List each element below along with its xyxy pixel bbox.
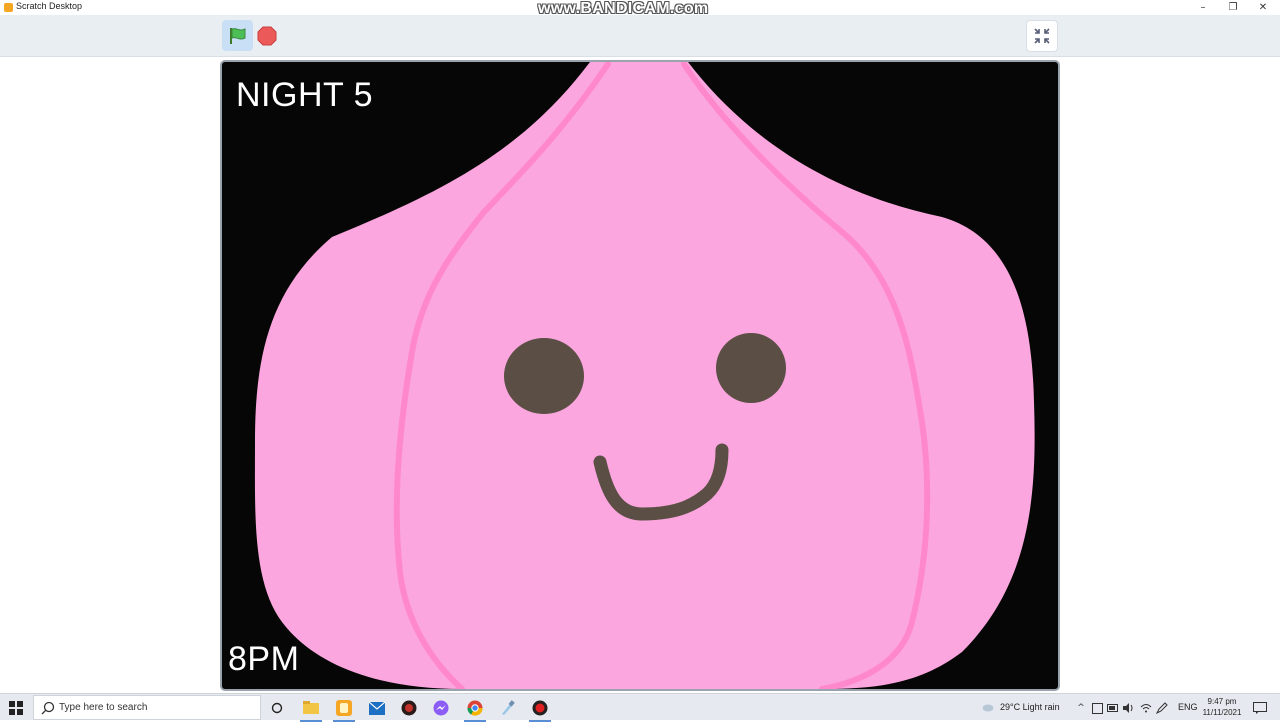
stop-icon [257, 26, 277, 46]
window-title: Scratch Desktop [16, 1, 83, 11]
taskbar-paint-app[interactable] [497, 697, 519, 719]
minimize-button[interactable]: – [1188, 0, 1218, 15]
volume-icon[interactable] [1123, 702, 1135, 714]
taskbar-scratch[interactable] [333, 697, 355, 722]
wifi-icon[interactable] [1140, 702, 1152, 714]
scratch-app-icon [4, 3, 13, 12]
green-flag-button[interactable] [222, 20, 253, 51]
pink-character-sprite [254, 62, 1035, 689]
taskbar-chrome[interactable] [464, 697, 486, 722]
search-placeholder: Type here to search [59, 702, 148, 713]
windows-taskbar: Type here to search 29°C Light rain ^ EN… [0, 693, 1280, 722]
start-button[interactable] [0, 694, 32, 721]
task-view-icon [271, 702, 283, 714]
stage[interactable]: NIGHT 5 8PM [220, 60, 1060, 691]
taskbar-file-explorer[interactable] [300, 697, 322, 722]
night-label: NIGHT 5 [236, 76, 374, 114]
language-indicator[interactable]: ENG [1178, 702, 1198, 712]
battery-icon[interactable] [1107, 702, 1119, 714]
exit-fullscreen-icon [1034, 28, 1050, 44]
character-right-eye [716, 333, 786, 403]
clock-date: 11/11/2021 [1202, 708, 1242, 717]
weather-icon[interactable] [982, 702, 994, 714]
exit-fullscreen-button[interactable] [1026, 20, 1058, 52]
task-view-button[interactable] [266, 697, 288, 719]
green-flag-icon [229, 27, 245, 44]
mail-icon [369, 701, 385, 715]
taskbar-game-app[interactable] [398, 697, 420, 719]
stop-button[interactable] [256, 25, 278, 47]
search-icon [41, 701, 55, 715]
notification-icon [1253, 702, 1267, 714]
taskbar-messenger[interactable] [430, 697, 452, 719]
record-icon [532, 700, 548, 716]
weather-text[interactable]: 29°C Light rain [1000, 702, 1060, 712]
character-left-eye [504, 338, 584, 414]
pen-icon[interactable] [1156, 702, 1168, 714]
taskbar-clock[interactable]: 9:47 pm 11/11/2021 [1198, 696, 1246, 718]
messenger-icon [433, 700, 449, 716]
show-hidden-icons-chevron-icon[interactable]: ^ [1075, 702, 1087, 714]
game-app-icon [401, 700, 417, 716]
time-label: 8PM [228, 640, 300, 678]
taskbar-bandicam[interactable] [529, 697, 551, 722]
taskbar-mail[interactable] [366, 697, 388, 719]
notification-center-button[interactable] [1253, 702, 1267, 714]
windows-logo-icon [9, 700, 23, 715]
folder-icon [303, 701, 319, 714]
restore-button[interactable]: ❐ [1218, 0, 1248, 15]
close-button[interactable]: ✕ [1248, 0, 1278, 15]
tray-app-icon[interactable] [1091, 702, 1103, 714]
taskbar-search-box[interactable]: Type here to search [33, 695, 261, 720]
scratch-toolbar [0, 15, 1280, 57]
clock-time: 9:47 pm [1207, 697, 1237, 706]
scratch-icon [336, 700, 352, 716]
chrome-icon [467, 700, 483, 716]
window-title-bar: Scratch Desktop www.BANDICAM.com – ❐ ✕ [0, 0, 1280, 17]
paint-brush-icon [502, 700, 515, 715]
